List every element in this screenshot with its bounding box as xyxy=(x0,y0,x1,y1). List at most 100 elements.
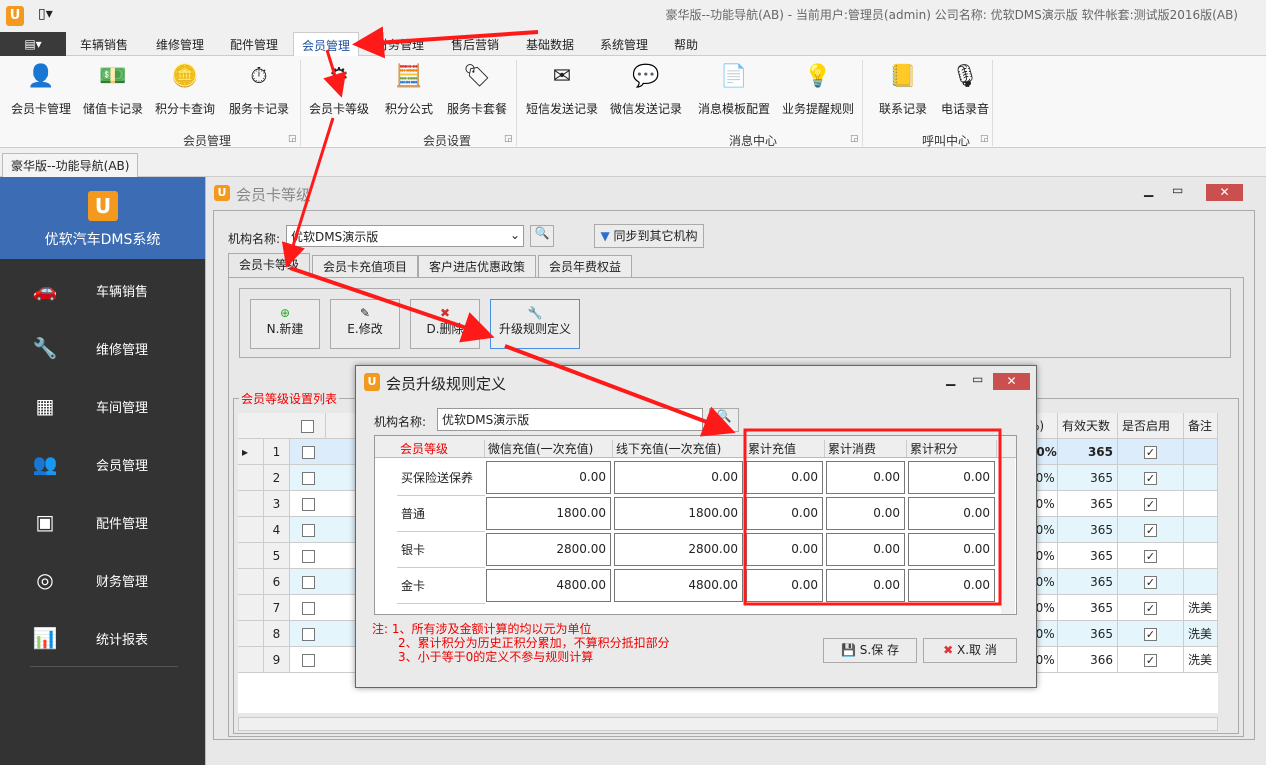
row-checkbox[interactable] xyxy=(290,647,326,673)
row-checkbox[interactable] xyxy=(290,465,326,491)
total-spend-input[interactable]: 0.00 xyxy=(826,569,905,602)
enabled-checkbox[interactable]: ✓ xyxy=(1118,491,1184,517)
row-checkbox[interactable] xyxy=(290,517,326,543)
dialog-launcher-icon[interactable]: ◲ xyxy=(504,134,513,144)
total-spend-input[interactable]: 0.00 xyxy=(826,533,905,566)
sidebar-item[interactable]: ▦ 车间管理 xyxy=(0,377,205,435)
wechat-input[interactable]: 2800.00 xyxy=(486,533,611,566)
menu-tab[interactable]: 车辆销售 xyxy=(72,32,136,56)
doc-tab-navigation[interactable]: 豪华版--功能导航(AB) xyxy=(2,153,139,177)
new-button[interactable]: ⊕ N.新建 xyxy=(250,299,320,349)
total-points-input[interactable]: 0.00 xyxy=(908,497,995,530)
menu-tab[interactable]: 帮助 xyxy=(666,32,706,56)
enabled-checkbox[interactable]: ✓ xyxy=(1118,465,1184,491)
enabled-checkbox[interactable]: ✓ xyxy=(1118,439,1184,465)
column-header[interactable]: 有效天数 xyxy=(1058,413,1118,439)
search-button[interactable]: 🔍 xyxy=(530,225,554,247)
ribbon-button[interactable]: 🪙 积分卡查询 xyxy=(152,60,218,117)
horizontal-scrollbar[interactable] xyxy=(238,717,1218,731)
ribbon-button[interactable]: 🎙 电话录音 xyxy=(932,60,998,117)
delete-button[interactable]: ✖ D.删除 xyxy=(410,299,480,349)
close-button[interactable]: ✕ xyxy=(993,373,1030,390)
maximize-button[interactable]: ▭ xyxy=(972,372,983,386)
minimize-button[interactable]: ▁ xyxy=(946,372,955,386)
wechat-input[interactable]: 1800.00 xyxy=(486,497,611,530)
maximize-button[interactable]: ▭ xyxy=(1172,183,1183,197)
enabled-checkbox[interactable]: ✓ xyxy=(1118,595,1184,621)
ribbon-button[interactable]: 💬 微信发送记录 xyxy=(606,60,686,117)
org-select[interactable]: 优软DMS演示版 ⌄ xyxy=(286,225,524,247)
offline-input[interactable]: 0.00 xyxy=(614,461,743,494)
ribbon-button[interactable]: 📒 联系记录 xyxy=(870,60,936,117)
ribbon-button[interactable]: 🏷 服务卡套餐 xyxy=(444,60,510,117)
row-checkbox[interactable] xyxy=(290,543,326,569)
row-checkbox[interactable] xyxy=(290,439,326,465)
row-checkbox[interactable] xyxy=(290,491,326,517)
total-spend-input[interactable]: 0.00 xyxy=(826,461,905,494)
dialog-launcher-icon[interactable]: ◲ xyxy=(980,134,989,144)
minimize-button[interactable]: ▁ xyxy=(1144,183,1153,197)
row-checkbox[interactable] xyxy=(290,621,326,647)
upgrade-rules-button[interactable]: 🔧 升级规则定义 xyxy=(490,299,580,349)
total-points-input[interactable]: 0.00 xyxy=(908,533,995,566)
edit-button[interactable]: ✎ E.修改 xyxy=(330,299,400,349)
menu-tab[interactable]: 售后营销 xyxy=(443,32,507,56)
total-points-input[interactable]: 0.00 xyxy=(908,461,995,494)
wechat-input[interactable]: 4800.00 xyxy=(486,569,611,602)
column-header[interactable]: 备注 xyxy=(1184,413,1218,439)
enabled-checkbox[interactable]: ✓ xyxy=(1118,621,1184,647)
dialog-launcher-icon[interactable]: ◲ xyxy=(850,134,859,144)
enabled-checkbox[interactable]: ✓ xyxy=(1118,569,1184,595)
app-menu-button[interactable]: ▤▾ xyxy=(0,32,66,56)
org-select[interactable]: 优软DMS演示版 xyxy=(437,408,703,431)
ribbon-button[interactable]: ⏱ 服务卡记录 xyxy=(226,60,292,117)
total-recharge-input[interactable]: 0.00 xyxy=(746,569,823,602)
menu-tab[interactable]: 会员管理 xyxy=(293,32,360,56)
ribbon-button[interactable]: 💡 业务提醒规则 xyxy=(778,60,858,117)
ribbon-button[interactable]: ⚙ 会员卡等级 xyxy=(306,60,372,117)
sidebar-item[interactable]: ◎ 财务管理 xyxy=(0,551,205,609)
offline-input[interactable]: 1800.00 xyxy=(614,497,743,530)
column-header[interactable]: 是否启用 xyxy=(1118,413,1184,439)
wechat-input[interactable]: 0.00 xyxy=(486,461,611,494)
dialog-launcher-icon[interactable]: ◲ xyxy=(288,134,297,144)
enabled-checkbox[interactable]: ✓ xyxy=(1118,647,1184,673)
menu-tab[interactable]: 基础数据 xyxy=(518,32,582,56)
sidebar-item[interactable]: 🚗 车辆销售 xyxy=(0,261,205,319)
enabled-checkbox[interactable]: ✓ xyxy=(1118,543,1184,569)
menu-tab[interactable]: 维修管理 xyxy=(148,32,212,56)
total-recharge-input[interactable]: 0.00 xyxy=(746,461,823,494)
ribbon-button[interactable]: ✉ 短信发送记录 xyxy=(522,60,602,117)
sidebar-item[interactable]: 🔧 维修管理 xyxy=(0,319,205,377)
select-all-checkbox[interactable] xyxy=(290,413,326,439)
tab[interactable]: 客户进店优惠政策 xyxy=(418,255,537,277)
sync-button[interactable]: ▼ 同步到其它机构 xyxy=(594,224,704,248)
menu-tab[interactable]: 系统管理 xyxy=(592,32,656,56)
ribbon-button[interactable]: 💵 储值卡记录 xyxy=(80,60,146,117)
total-recharge-input[interactable]: 0.00 xyxy=(746,533,823,566)
total-points-input[interactable]: 0.00 xyxy=(908,569,995,602)
ribbon-button[interactable]: 👤 会员卡管理 xyxy=(8,60,74,117)
row-checkbox[interactable] xyxy=(290,595,326,621)
save-button[interactable]: 💾 S.保 存 xyxy=(823,638,917,663)
enabled-checkbox[interactable]: ✓ xyxy=(1118,517,1184,543)
row-checkbox[interactable] xyxy=(290,569,326,595)
ribbon-button[interactable]: 📄 消息模板配置 xyxy=(694,60,774,117)
search-button[interactable]: 🔍 xyxy=(709,408,739,432)
tab[interactable]: 会员卡充值项目 xyxy=(312,255,419,277)
offline-input[interactable]: 2800.00 xyxy=(614,533,743,566)
office-icon[interactable]: ▯▾ xyxy=(38,6,53,22)
offline-input[interactable]: 4800.00 xyxy=(614,569,743,602)
sidebar-item[interactable]: ▣ 配件管理 xyxy=(0,493,205,551)
total-recharge-input[interactable]: 0.00 xyxy=(746,497,823,530)
sidebar-item[interactable]: 📊 统计报表 xyxy=(0,609,205,667)
ribbon-button[interactable]: 🧮 积分公式 xyxy=(376,60,442,117)
cancel-button[interactable]: ✖ X.取 消 xyxy=(923,638,1017,663)
vertical-scrollbar[interactable] xyxy=(1001,458,1015,614)
tab[interactable]: 会员年费权益 xyxy=(538,255,633,277)
close-button[interactable]: ✕ xyxy=(1206,184,1243,201)
tab[interactable]: 会员卡等级 xyxy=(228,253,311,277)
menu-tab[interactable]: 财务管理 xyxy=(368,32,432,56)
sidebar-item[interactable]: 👥 会员管理 xyxy=(0,435,205,493)
total-spend-input[interactable]: 0.00 xyxy=(826,497,905,530)
